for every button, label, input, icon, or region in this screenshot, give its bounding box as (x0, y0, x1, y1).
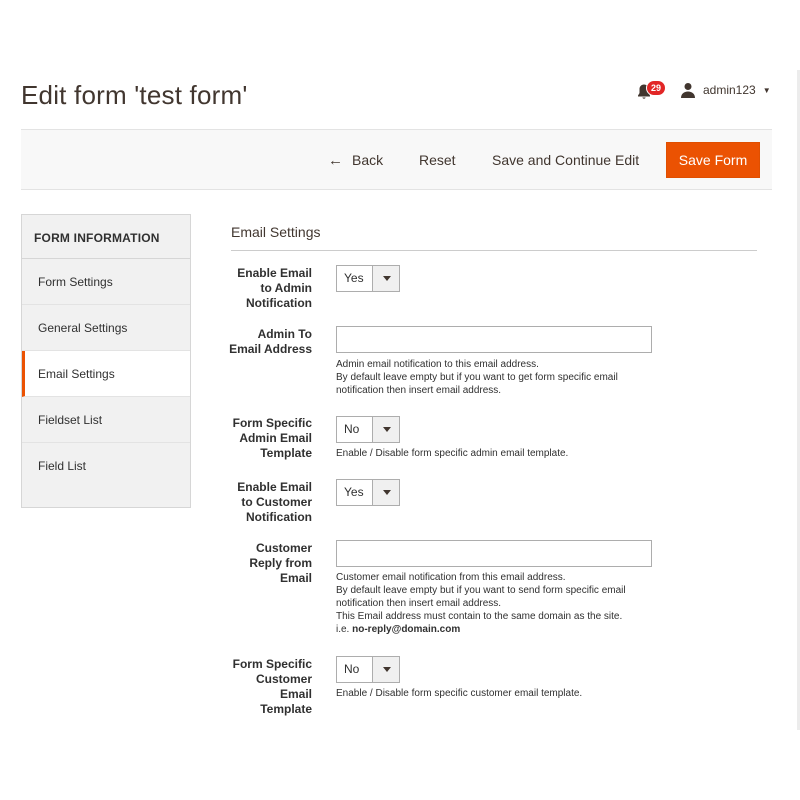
label-line: to Customer (241, 495, 312, 509)
label-line: Enable Email (237, 266, 312, 280)
label-line: Customer (255, 541, 312, 555)
note-example-prefix: i.e. (336, 624, 353, 635)
label-line: Form Specific (232, 416, 312, 430)
sidebar-heading: FORM INFORMATION (22, 215, 190, 259)
save-and-continue-button[interactable]: Save and Continue Edit (492, 130, 639, 190)
label-line: Notification (246, 296, 312, 310)
label-line: Customer (255, 672, 312, 686)
label-line: Form Specific (232, 657, 312, 671)
customer-reply-note: Customer email notification from this em… (336, 571, 666, 636)
admin-email-note: Admin email notification to this email a… (336, 358, 666, 397)
page-actions-toolbar: ← Back Reset Save and Continue Edit Save … (21, 129, 772, 190)
label-line: Email (279, 687, 312, 701)
selected-value: No (344, 662, 360, 676)
caret-down-icon (383, 667, 391, 672)
enable-admin-notification-label: Enable Email to Admin Notification (222, 266, 312, 311)
label-line: Enable Email (237, 480, 312, 494)
admin-template-label: Form Specific Admin Email Template (222, 416, 312, 461)
customer-template-select[interactable]: No (336, 656, 400, 683)
label-line: Reply from (249, 556, 312, 570)
label-line: Notification (246, 510, 312, 524)
note-line: notification then insert email address. (336, 598, 502, 609)
note-line: Customer email notification from this em… (336, 572, 566, 583)
customer-reply-input[interactable] (336, 540, 652, 567)
section-divider (231, 250, 757, 251)
caret-down-icon (383, 276, 391, 281)
caret-down-icon (383, 490, 391, 495)
sidebar-item-fieldset-list[interactable]: Fieldset List (22, 397, 190, 443)
enable-customer-notification-label: Enable Email to Customer Notification (222, 480, 312, 525)
label-line: Template (260, 702, 312, 716)
label-line: Admin Email (239, 431, 312, 445)
sidebar-item-field-list[interactable]: Field List (22, 443, 190, 489)
enable-admin-notification-select[interactable]: Yes (336, 265, 400, 292)
enable-customer-notification-select[interactable]: Yes (336, 479, 400, 506)
admin-email-label: Admin To Email Address (222, 327, 312, 357)
notification-count-badge: 29 (646, 80, 667, 96)
save-form-button[interactable]: Save Form (666, 142, 760, 178)
note-line: By default leave empty but if you want t… (336, 585, 626, 596)
customer-template-label: Form Specific Customer Email Template (222, 657, 312, 717)
caret-down-icon (383, 427, 391, 432)
section-title: Email Settings (231, 224, 321, 240)
dropdown-button[interactable] (372, 266, 399, 291)
back-button[interactable]: ← Back (328, 130, 383, 190)
note-line: This Email address must contain to the s… (336, 611, 623, 622)
dropdown-button[interactable] (372, 480, 399, 505)
admin-template-note: Enable / Disable form specific admin ema… (336, 448, 569, 459)
selected-value: No (344, 422, 360, 436)
admin-email-input[interactable] (336, 326, 652, 353)
dropdown-button[interactable] (372, 417, 399, 442)
selected-value: Yes (344, 271, 364, 285)
sidebar-item-form-settings[interactable]: Form Settings (22, 259, 190, 305)
dropdown-button[interactable] (372, 657, 399, 682)
arrow-left-icon: ← (328, 152, 343, 169)
selected-value: Yes (344, 485, 364, 499)
note-example-line: i.e. no-reply@domain.com (336, 623, 666, 636)
back-label: Back (352, 152, 384, 168)
label-line: Template (260, 446, 312, 460)
customer-template-note: Enable / Disable form specific customer … (336, 688, 583, 699)
customer-reply-label: Customer Reply from Email (222, 541, 312, 586)
note-line: Admin email notification to this email a… (336, 359, 539, 370)
notifications[interactable]: 29 (636, 80, 667, 100)
user-menu[interactable]: admin123 ▼ (680, 81, 771, 99)
reset-button[interactable]: Reset (419, 130, 456, 190)
page-title: Edit form 'test form' (21, 80, 248, 110)
label-line: to Admin (260, 281, 312, 295)
label-line: Admin To (257, 327, 312, 341)
caret-down-icon[interactable]: ▼ (763, 86, 771, 95)
username[interactable]: admin123 (703, 83, 756, 97)
note-example-email: no-reply@domain.com (352, 624, 461, 635)
label-line: Email Address (229, 342, 312, 356)
note-line: notification then insert email address. (336, 385, 502, 396)
label-line: Email (279, 571, 312, 585)
sidebar-item-general-settings[interactable]: General Settings (22, 305, 190, 351)
form-information-sidebar: FORM INFORMATION Form Settings General S… (21, 214, 191, 508)
sidebar-item-email-settings[interactable]: Email Settings (22, 351, 190, 397)
user-icon (681, 83, 695, 98)
admin-template-select[interactable]: No (336, 416, 400, 443)
note-line: By default leave empty but if you want t… (336, 372, 618, 383)
